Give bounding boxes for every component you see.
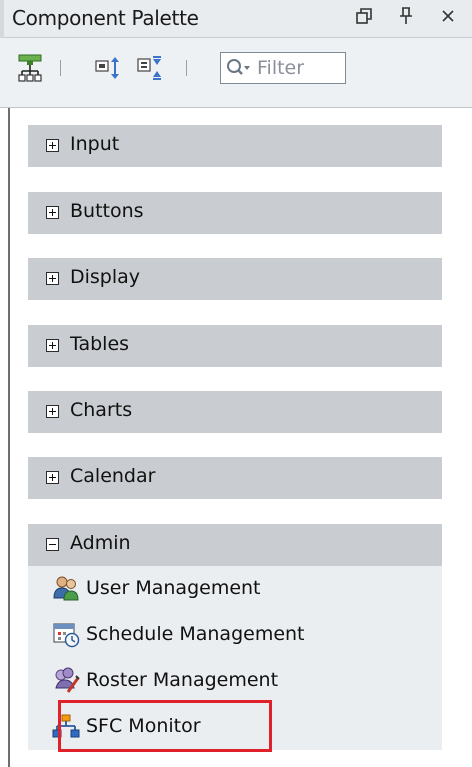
component-palette-window: Component Palette Filter Input Buttons D…: [0, 0, 472, 767]
expand-icon[interactable]: [46, 206, 59, 219]
titlebar-edge: [0, 0, 4, 38]
titlebar-actions: [354, 4, 458, 28]
category-label: Input: [70, 133, 120, 155]
expand-icon[interactable]: [46, 139, 59, 152]
palette-item-label: User Management: [86, 577, 261, 599]
category-label: Charts: [70, 399, 133, 421]
category-label: Tables: [70, 333, 130, 355]
category-label: Calendar: [70, 465, 156, 487]
toolbar-separator: [186, 60, 187, 76]
category-display[interactable]: Display: [28, 258, 442, 300]
filter-input[interactable]: [257, 55, 343, 81]
tree-view-button[interactable]: [14, 50, 46, 86]
expand-all-icon: [95, 57, 119, 79]
category-input[interactable]: Input: [28, 125, 442, 167]
tree-view-icon: [18, 54, 42, 82]
expand-icon[interactable]: [46, 471, 59, 484]
palette-item-user-management[interactable]: User Management: [52, 570, 261, 606]
panel-titlebar: Component Palette: [0, 0, 472, 38]
highlight-annotation: [58, 700, 272, 752]
collapse-all-button[interactable]: [134, 50, 166, 86]
category-admin[interactable]: Admin: [28, 524, 442, 566]
palette-item-schedule-management[interactable]: Schedule Management: [52, 616, 305, 652]
palette-item-label: Roster Management: [86, 669, 279, 691]
filter-field[interactable]: [220, 52, 346, 84]
category-buttons[interactable]: Buttons: [28, 192, 442, 234]
palette-toolbar: [0, 38, 472, 108]
schedule-management-icon: [53, 623, 80, 648]
expand-icon[interactable]: [46, 272, 59, 285]
category-label: Buttons: [70, 200, 144, 222]
expand-icon[interactable]: [46, 405, 59, 418]
palette-item-roster-management[interactable]: Roster Management: [52, 662, 278, 698]
category-tables[interactable]: Tables: [28, 325, 442, 367]
search-icon[interactable]: [225, 57, 251, 79]
pin-icon[interactable]: [396, 4, 416, 28]
panel-title: Component Palette: [12, 6, 199, 30]
float-window-icon[interactable]: [354, 4, 374, 28]
palette-item-label: Schedule Management: [86, 623, 305, 645]
expand-all-button[interactable]: [92, 50, 124, 86]
roster-management-icon: [55, 667, 80, 693]
category-label: Admin: [70, 532, 131, 554]
category-calendar[interactable]: Calendar: [28, 457, 442, 499]
close-icon[interactable]: [438, 4, 458, 28]
collapse-all-icon: [137, 56, 161, 80]
category-charts[interactable]: Charts: [28, 391, 442, 433]
user-management-icon: [53, 576, 79, 601]
toolbar-separator: [60, 60, 61, 76]
expand-icon[interactable]: [46, 339, 59, 352]
category-label: Display: [70, 266, 141, 288]
collapse-icon[interactable]: [46, 538, 59, 551]
